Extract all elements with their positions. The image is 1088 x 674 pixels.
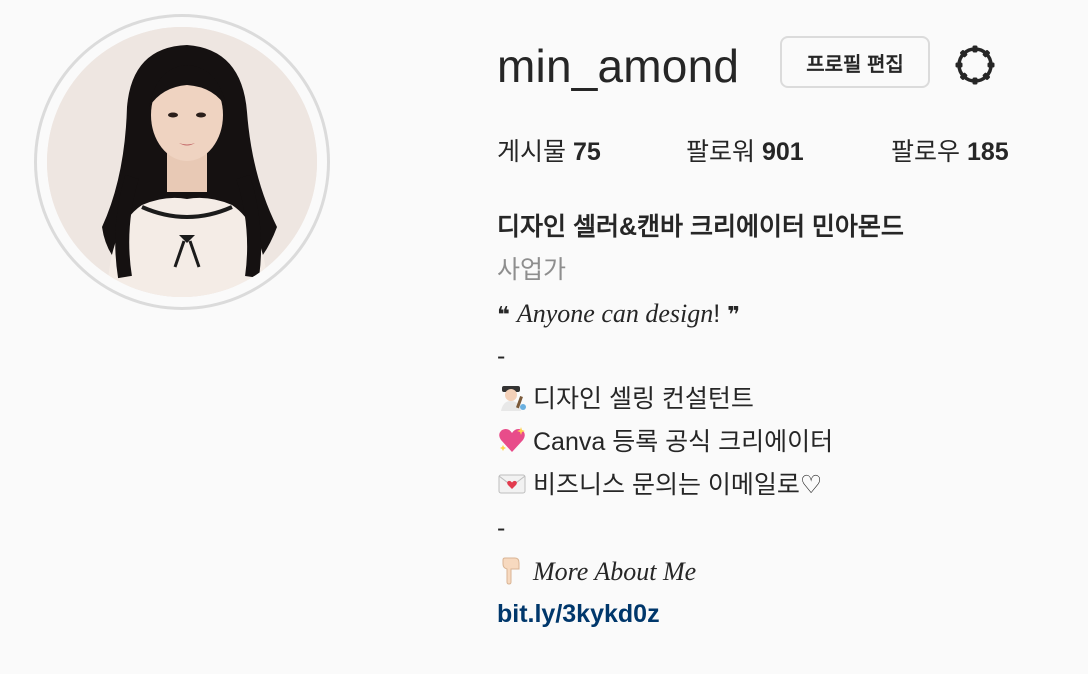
posts-label: 게시물 <box>497 138 567 166</box>
gear-icon <box>955 45 995 85</box>
bio: 디자인 셀러&캔바 크리에이터 민아몬드 사업가 ❝ Anyone can de… <box>497 206 1077 636</box>
avatar-photo <box>47 27 317 297</box>
avatar-border <box>37 17 327 307</box>
sparkling-heart-icon <box>499 427 525 452</box>
bio-tagline: ❝ Anyone can design! ❞ <box>497 292 1077 335</box>
consultant-text: 디자인 셀링 컨설턴트 <box>533 385 754 413</box>
bio-consultant-line: 디자인 셀링 컨설턴트 <box>497 378 1077 421</box>
artist-emoji-icon <box>501 386 526 411</box>
profile-page: min_amond 프로필 편집 게시물 75 팔로워 901 팔로우 185 … <box>0 0 1088 674</box>
stat-following[interactable]: 팔로우 185 <box>891 134 1009 170</box>
bio-more-line: More About Me <box>497 550 1077 593</box>
username: min_amond <box>497 40 740 92</box>
love-letter-icon <box>498 474 526 494</box>
avatar[interactable] <box>34 14 330 310</box>
quote-close: ❞ <box>727 303 741 328</box>
tagline-text: Anyone can design <box>516 299 714 328</box>
pointing-down-icon <box>502 557 520 585</box>
profile-portrait-image <box>47 27 317 297</box>
stat-posts: 게시물 75 <box>497 134 601 170</box>
posts-count: 75 <box>572 138 601 166</box>
stat-followers[interactable]: 팔로워 901 <box>686 134 804 170</box>
bio-divider-1: - <box>497 342 506 370</box>
bio-canva-line: Canva 등록 공식 크리에이터 <box>497 421 1077 464</box>
following-label: 팔로우 <box>891 138 961 166</box>
followers-label: 팔로워 <box>686 138 756 166</box>
canva-text: Canva 등록 공식 크리에이터 <box>533 428 834 456</box>
following-count: 185 <box>966 138 1009 166</box>
quote-open: ❝ <box>497 303 510 328</box>
full-name: 디자인 셀러&캔바 크리에이터 민아몬드 <box>497 213 904 241</box>
more-about-text: More About Me <box>533 557 697 586</box>
settings-button[interactable] <box>950 40 1000 90</box>
followers-count: 901 <box>761 138 804 166</box>
business-text: 비즈니스 문의는 이메일로♡ <box>533 471 823 499</box>
tagline-mark: ! <box>713 300 721 328</box>
edit-profile-button[interactable]: 프로필 편집 <box>780 36 930 88</box>
bio-divider-2: - <box>497 514 506 542</box>
bio-business-line: 비즈니스 문의는 이메일로♡ <box>497 464 1077 507</box>
category: 사업가 <box>497 256 567 284</box>
bio-link[interactable]: bit.ly/3kykd0z <box>497 593 1077 636</box>
